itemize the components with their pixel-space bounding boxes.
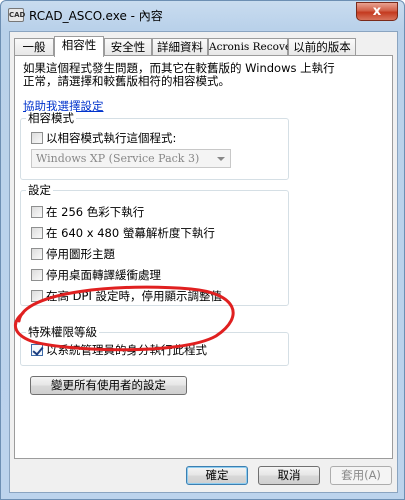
compat-mode-checkbox[interactable] — [31, 132, 43, 144]
setting-disable-themes-row[interactable]: 停用圖形主題 — [31, 247, 115, 261]
privilege-level-title: 特殊權限等級 — [26, 325, 99, 339]
run-as-admin-checkbox[interactable] — [31, 344, 43, 356]
setting-256-colors-row[interactable]: 在 256 色彩下執行 — [31, 205, 144, 219]
app-icon: CAD — [8, 8, 25, 22]
setting-high-dpi-label: 在高 DPI 設定時，停用顯示調整值 — [46, 289, 222, 303]
tab-security[interactable]: 安全性 — [104, 38, 152, 56]
compat-mode-title: 相容模式 — [26, 111, 76, 125]
compat-mode-group: 相容模式 以相容模式執行這個程式: Windows XP (Service Pa… — [20, 111, 289, 180]
run-as-admin-row[interactable]: 以系統管理員的身分執行此程式 — [31, 343, 207, 357]
apply-button[interactable]: 套用(A) — [330, 466, 392, 485]
intro-text: 如果這個程式發生問題，而其它在較舊版的 Windows 上執行 正常，請選擇和較… — [23, 62, 363, 88]
cancel-button[interactable]: 取消 — [258, 466, 320, 485]
settings-group: 設定 在 256 色彩下執行 在 640 x 480 螢幕解析度下執行 停用圖形… — [20, 183, 289, 306]
tab-general[interactable]: 一般 — [14, 38, 54, 56]
title-bar[interactable]: CAD RCAD_ASCO.exe - 內容 x — [1, 1, 404, 29]
tab-details[interactable]: 詳細資料 — [152, 38, 208, 56]
tab-previous-versions[interactable]: 以前的版本 — [288, 38, 356, 56]
run-as-admin-label: 以系統管理員的身分執行此程式 — [46, 343, 207, 357]
setting-640x480-row[interactable]: 在 640 x 480 螢幕解析度下執行 — [31, 226, 215, 240]
compat-mode-checkbox-row[interactable]: 以相容模式執行這個程式: — [31, 131, 176, 145]
tab-acronis-recovery[interactable]: Acronis Recovery — [208, 38, 302, 56]
intro-line-2: 正常，請選擇和較舊版相符的相容模式。 — [23, 74, 230, 88]
tab-compatibility[interactable]: 相容性 — [54, 36, 104, 57]
chevron-down-icon — [217, 157, 225, 161]
ok-button[interactable]: 確定 — [186, 466, 248, 485]
setting-disable-composition-row[interactable]: 停用桌面轉譯緩衝處理 — [31, 268, 161, 282]
settings-title: 設定 — [26, 183, 53, 197]
setting-disable-themes-label: 停用圖形主題 — [46, 247, 115, 261]
compat-os-select-value: Windows XP (Service Pack 3) — [36, 152, 200, 165]
setting-high-dpi-checkbox[interactable] — [31, 290, 43, 302]
setting-disable-composition-checkbox[interactable] — [31, 269, 43, 281]
compat-mode-label: 以相容模式執行這個程式: — [46, 131, 177, 145]
change-all-users-button[interactable]: 變更所有使用者的設定 — [30, 376, 187, 395]
setting-256-colors-label: 在 256 色彩下執行 — [46, 205, 145, 219]
setting-disable-composition-label: 停用桌面轉譯緩衝處理 — [46, 268, 161, 282]
close-button[interactable]: x — [356, 2, 398, 21]
setting-640x480-checkbox[interactable] — [31, 227, 43, 239]
setting-disable-themes-checkbox[interactable] — [31, 248, 43, 260]
privilege-level-group: 特殊權限等級 以系統管理員的身分執行此程式 — [20, 325, 289, 366]
dialog-client-area: 一般 相容性 安全性 詳細資料 Acronis Recovery 以前的版本 如… — [9, 31, 398, 493]
properties-window: CAD RCAD_ASCO.exe - 內容 x 一般 相容性 安全性 詳細資料… — [0, 0, 405, 500]
window-title: RCAD_ASCO.exe - 內容 — [29, 9, 163, 23]
setting-640x480-label: 在 640 x 480 螢幕解析度下執行 — [46, 226, 215, 240]
setting-256-colors-checkbox[interactable] — [31, 206, 43, 218]
compat-os-select[interactable]: Windows XP (Service Pack 3) — [31, 149, 231, 168]
compatibility-panel: 如果這個程式發生問題，而其它在較舊版的 Windows 上執行 正常，請選擇和較… — [14, 55, 393, 459]
setting-high-dpi-row[interactable]: 在高 DPI 設定時，停用顯示調整值 — [31, 289, 222, 303]
